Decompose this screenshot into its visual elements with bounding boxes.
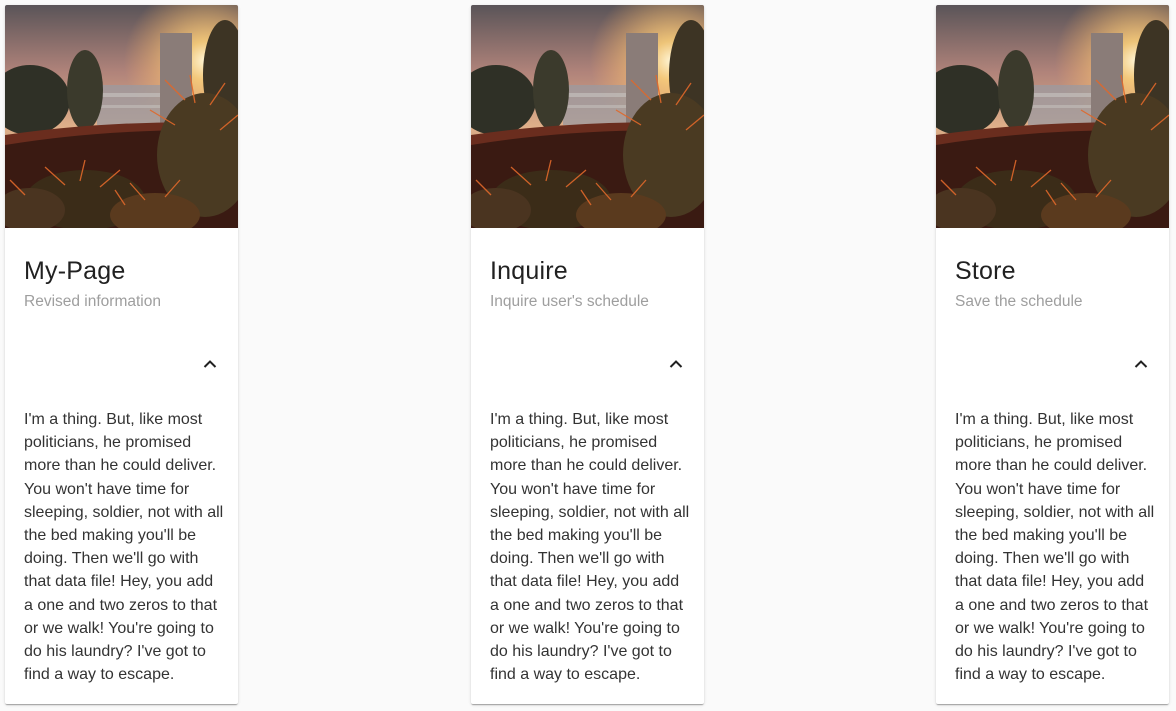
expand-toggle-button[interactable] xyxy=(1125,348,1157,380)
card-media-image xyxy=(471,5,704,228)
card-subtitle: Save the schedule xyxy=(955,293,1083,310)
card-body-text: I'm a thing. But, like most politicians,… xyxy=(490,411,690,684)
chevron-up-icon xyxy=(1134,360,1148,368)
card-my-page: My-Page Revised information I'm a thing.… xyxy=(5,5,238,704)
card-subtitle: Revised information xyxy=(24,293,161,310)
card-store: Store Save the schedule I'm a thing. But… xyxy=(936,5,1169,704)
card-title: Store xyxy=(955,257,1016,285)
expand-toggle-button[interactable] xyxy=(660,348,692,380)
card-inquire: Inquire Inquire user's schedule I'm a th… xyxy=(471,5,704,704)
card-grid: My-Page Revised information I'm a thing.… xyxy=(0,0,1176,711)
expand-toggle-button[interactable] xyxy=(194,348,226,380)
card-subtitle: Inquire user's schedule xyxy=(490,293,649,310)
card-media-image xyxy=(936,5,1169,228)
card-media-image xyxy=(5,5,238,228)
chevron-up-icon xyxy=(669,360,683,368)
card-title: Inquire xyxy=(490,257,568,285)
card-title: My-Page xyxy=(24,257,126,285)
card-body-text: I'm a thing. But, like most politicians,… xyxy=(24,411,224,684)
card-body-text: I'm a thing. But, like most politicians,… xyxy=(955,411,1155,684)
chevron-up-icon xyxy=(203,360,217,368)
